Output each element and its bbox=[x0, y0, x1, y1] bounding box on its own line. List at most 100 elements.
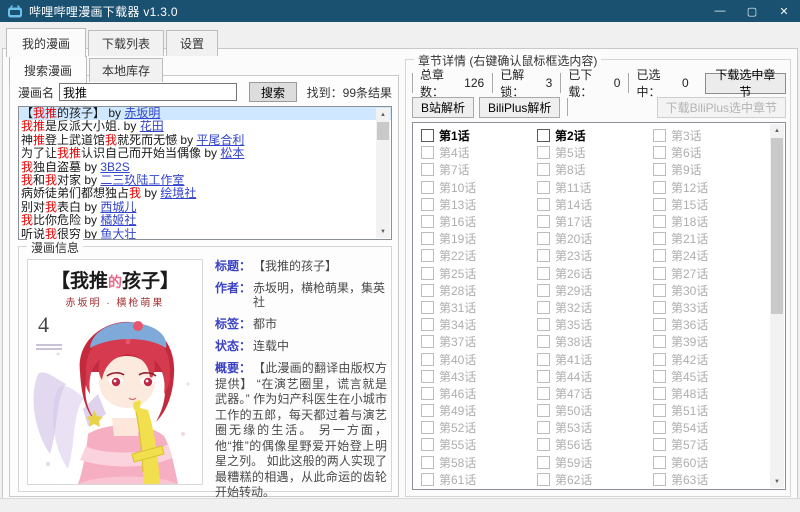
chapter-stats-row: 总章数： 126 已解锁： 3 已下载： 0 已选中： 0 下载选中章节 bbox=[412, 68, 786, 99]
chapter-scrollbar[interactable]: ▲ ▼ bbox=[770, 124, 784, 488]
stat-selected: 已选中： 0 bbox=[628, 68, 696, 99]
chapter-label: 第21话 bbox=[671, 232, 709, 247]
author-link[interactable]: 3B2S bbox=[100, 161, 129, 174]
search-result-row[interactable]: 我独自盗墓 by 3B2S bbox=[19, 161, 391, 174]
parse-bilibili-button[interactable]: B站解析 bbox=[412, 96, 475, 118]
chapter-checkbox bbox=[653, 283, 666, 297]
search-result-row[interactable]: 为了让我推认识自己而开始当偶像 by 松本 bbox=[19, 147, 391, 160]
search-result-row[interactable]: 我比你危险 by 橘姬社 bbox=[19, 214, 391, 227]
chapter-item: 第29话 bbox=[537, 282, 653, 299]
chapter-item: 第28话 bbox=[421, 282, 537, 299]
chapter-label: 第53话 bbox=[555, 421, 593, 436]
chapter-list[interactable]: 第1话 第2话 第3话 第4话 第5话 第6话 第7话 第8话 第9话 第10话 第11话 第12话第… bbox=[412, 122, 786, 490]
chapter-checkbox bbox=[537, 180, 550, 194]
search-result-row[interactable]: 别对我表白 by 西城儿 bbox=[19, 201, 391, 214]
chapter-label: 第1话 bbox=[439, 129, 470, 144]
chapter-item: 第63话 bbox=[653, 471, 763, 488]
subtab-search-manga[interactable]: 搜索漫画 bbox=[9, 56, 88, 83]
download-selected-button[interactable]: 下载选中章节 bbox=[704, 68, 786, 99]
chapter-checkbox bbox=[421, 369, 434, 383]
chapter-checkbox bbox=[421, 318, 434, 332]
chapter-item: 第9话 bbox=[653, 161, 763, 178]
close-button[interactable]: ✕ bbox=[768, 0, 800, 22]
chapter-item: 第15话 bbox=[653, 196, 763, 213]
chapter-item: 第62话 bbox=[537, 471, 653, 488]
chapter-scroll-thumb[interactable] bbox=[771, 138, 783, 314]
chapter-label: 第26话 bbox=[555, 266, 593, 281]
author-link[interactable]: 西城儿 bbox=[100, 201, 136, 214]
scroll-up-icon[interactable]: ▲ bbox=[376, 108, 390, 121]
author-link[interactable]: 松本 bbox=[220, 147, 244, 160]
chapter-item: 第18话 bbox=[653, 213, 763, 230]
author-link[interactable]: 花田 bbox=[140, 120, 164, 133]
search-result-row[interactable]: 我推是反派大小姐. by 花田 bbox=[19, 120, 391, 133]
chapter-item: 第45话 bbox=[653, 368, 763, 385]
tab-settings[interactable]: 设置 bbox=[166, 30, 219, 56]
chapter-label: 第54话 bbox=[671, 421, 709, 436]
chapter-checkbox bbox=[537, 404, 550, 418]
scroll-down-icon[interactable]: ▼ bbox=[376, 225, 390, 238]
cover-illustration bbox=[28, 314, 202, 484]
tab-my-manga[interactable]: 我的漫画 bbox=[6, 28, 87, 57]
chapter-item: 第33话 bbox=[653, 299, 763, 316]
result-text: 推 bbox=[33, 133, 46, 147]
result-text: by bbox=[141, 187, 161, 201]
chapter-checkbox bbox=[653, 197, 666, 211]
chapter-checkbox bbox=[653, 472, 666, 486]
chapter-checkbox[interactable] bbox=[421, 129, 434, 143]
author-link[interactable]: 赤坂明 bbox=[124, 107, 160, 120]
author-link[interactable]: 鱼大壮 bbox=[100, 228, 136, 239]
chapter-label: 第47话 bbox=[555, 386, 593, 401]
chapter-label: 第28话 bbox=[439, 283, 477, 298]
search-results-list[interactable]: 【我推的孩子】 by 赤坂明 我推是反派大小姐. by 花田 神推登上武道馆我就死而… bbox=[18, 106, 392, 240]
parse-biliplus-button[interactable]: BiliPlus解析 bbox=[479, 96, 561, 118]
chapter-item: 第53话 bbox=[537, 419, 653, 436]
chapter-label: 第31话 bbox=[439, 300, 477, 315]
chapter-label: 第37话 bbox=[439, 335, 477, 350]
minimize-button[interactable]: — bbox=[704, 0, 736, 22]
chapter-label: 第34话 bbox=[439, 318, 477, 333]
chapter-label: 第33话 bbox=[671, 300, 709, 315]
chapter-item: 第31话 bbox=[421, 299, 537, 316]
tab-download-list[interactable]: 下载列表 bbox=[88, 30, 165, 56]
chapter-item: 第51话 bbox=[653, 402, 763, 419]
chapter-label: 第24话 bbox=[671, 249, 709, 264]
chapter-item: 第44话 bbox=[537, 368, 653, 385]
chapter-item: 第52话 bbox=[421, 419, 537, 436]
chapter-item: 第34话 bbox=[421, 316, 537, 333]
chapter-label: 第32话 bbox=[555, 300, 593, 315]
chapter-label: 第15话 bbox=[671, 197, 709, 212]
scroll-down-icon[interactable]: ▼ bbox=[770, 475, 784, 488]
author-link[interactable]: 橘姬社 bbox=[100, 214, 136, 227]
search-result-row[interactable]: 我和我对家 by 二三玖陆工作室 bbox=[19, 174, 391, 187]
chapter-checkbox bbox=[537, 249, 550, 263]
results-scroll-thumb[interactable] bbox=[377, 122, 389, 140]
subtab-local-library[interactable]: 本地库存 bbox=[89, 58, 164, 82]
scroll-up-icon[interactable]: ▲ bbox=[770, 124, 784, 137]
author-link[interactable]: 绘境社 bbox=[160, 187, 196, 200]
search-result-row[interactable]: 神推登上武道馆我就死而无憾 by 平尾合利 bbox=[19, 134, 391, 147]
stat-unlocked: 已解锁： 3 bbox=[492, 68, 560, 99]
separator bbox=[567, 98, 569, 116]
chapter-item[interactable]: 第1话 bbox=[421, 127, 537, 144]
results-scrollbar[interactable]: ▲ ▼ bbox=[376, 108, 390, 238]
chapter-checkbox bbox=[421, 283, 434, 297]
search-result-row[interactable]: 【我推的孩子】 by 赤坂明 bbox=[19, 107, 391, 121]
chapter-label: 第20话 bbox=[555, 232, 593, 247]
chapter-label: 第4话 bbox=[439, 146, 470, 161]
author-link[interactable]: 二三玖陆工作室 bbox=[100, 174, 184, 187]
field-status: 状态： 连载中 bbox=[215, 339, 290, 353]
chapter-item: 第14话 bbox=[537, 196, 653, 213]
maximize-button[interactable]: ▢ bbox=[736, 0, 768, 22]
author-link[interactable]: 平尾合利 bbox=[196, 134, 244, 147]
cover-authors: 赤坂明 · 横枪萌果 bbox=[65, 298, 165, 309]
result-text: 我 bbox=[45, 200, 58, 214]
chapter-item[interactable]: 第2话 bbox=[537, 127, 653, 144]
chapter-checkbox bbox=[653, 421, 666, 435]
search-result-row[interactable]: 病娇徒弟们都想独占我 by 绘境社 bbox=[19, 187, 391, 200]
search-input[interactable] bbox=[59, 83, 238, 101]
chapter-label: 第23话 bbox=[555, 249, 593, 264]
chapter-checkbox bbox=[537, 335, 550, 349]
chapter-checkbox[interactable] bbox=[537, 129, 550, 143]
search-button[interactable]: 搜索 bbox=[249, 82, 298, 102]
